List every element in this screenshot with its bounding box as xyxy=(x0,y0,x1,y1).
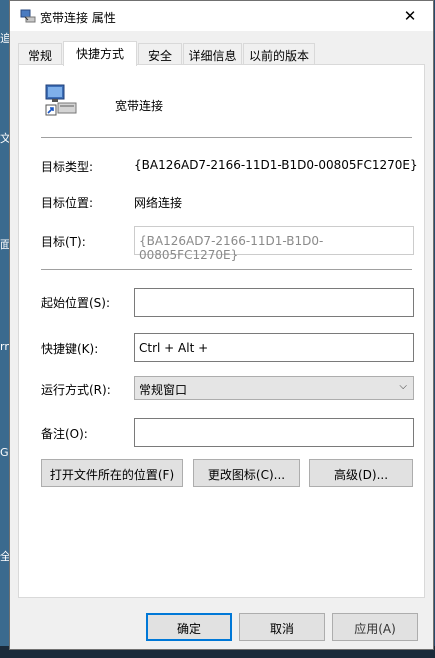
network-connection-icon xyxy=(20,9,36,23)
broadband-connection-icon xyxy=(45,84,77,116)
target-label: 目标(T): xyxy=(41,235,86,249)
tab-previous-versions[interactable]: 以前的版本 xyxy=(243,43,315,64)
apply-button[interactable]: 应用(A) xyxy=(332,613,418,641)
target-location-label: 目标位置: xyxy=(41,196,94,210)
run-select-value: 常规窗口 xyxy=(139,383,188,397)
tab-general[interactable]: 常规 xyxy=(18,43,62,64)
start-in-field[interactable] xyxy=(134,288,414,317)
target-type-label: 目标类型: xyxy=(41,160,94,174)
comment-field[interactable] xyxy=(134,418,414,447)
chevron-down-icon: ⌵ xyxy=(399,381,407,392)
close-button[interactable]: ✕ xyxy=(387,1,433,31)
target-type-value: {BA126AD7-2166-11D1-B1D0-00805FC1270E} xyxy=(134,158,418,172)
open-file-location-button[interactable]: 打开文件所在的位置(F) xyxy=(41,459,183,487)
change-icon-button[interactable]: 更改图标(C)... xyxy=(193,459,300,487)
separator xyxy=(41,137,412,138)
shortcut-name: 宽带连接 xyxy=(115,99,164,113)
run-label: 运行方式(R): xyxy=(41,383,111,397)
separator xyxy=(41,269,412,270)
target-location-value: 网络连接 xyxy=(134,196,183,210)
comment-label: 备注(O): xyxy=(41,427,88,441)
target-field[interactable]: {BA126AD7-2166-11D1-B1D0-00805FC1270E} xyxy=(134,226,414,262)
hotkey-field-value: Ctrl + Alt + xyxy=(139,341,209,355)
shortcut-panel: 宽带连接 目标类型: {BA126AD7-2166-11D1-B1D0-0080… xyxy=(18,64,425,598)
start-in-label: 起始位置(S): xyxy=(41,296,111,310)
hotkey-label: 快捷键(K): xyxy=(41,342,99,356)
ok-button[interactable]: 确定 xyxy=(146,613,232,641)
close-icon: ✕ xyxy=(403,7,417,25)
run-select[interactable]: 常规窗口 ⌵ xyxy=(134,376,414,400)
window-title: 宽带连接 属性 xyxy=(40,11,116,25)
tab-shortcut[interactable]: 快捷方式 xyxy=(63,41,137,66)
tab-security[interactable]: 安全 xyxy=(138,43,182,64)
advanced-button[interactable]: 高级(D)... xyxy=(309,459,413,487)
target-field-value: {BA126AD7-2166-11D1-B1D0-00805FC1270E} xyxy=(139,234,324,262)
hotkey-field[interactable]: Ctrl + Alt + xyxy=(134,333,414,362)
cancel-button[interactable]: 取消 xyxy=(239,613,325,641)
properties-dialog: 宽带连接 属性 ✕ 常规 快捷方式 安全 详细信息 以前的版本 宽带连接 目标类… xyxy=(9,0,434,650)
title-bar: 宽带连接 属性 ✕ xyxy=(10,1,433,31)
tab-details[interactable]: 详细信息 xyxy=(183,43,242,64)
